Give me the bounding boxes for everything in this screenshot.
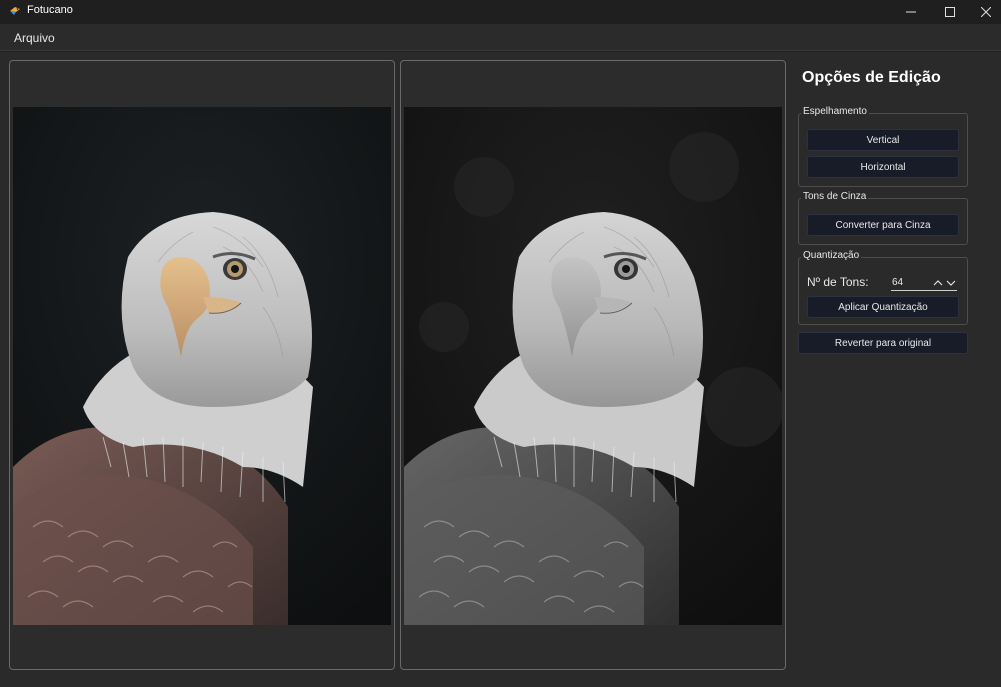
title-bar: Fotucano <box>0 0 1001 24</box>
edit-options-sidebar: Opções de Edição Espelhamento Vertical H… <box>790 52 1001 687</box>
edited-image-panel <box>400 60 786 670</box>
tones-count-label: Nº de Tons: <box>807 275 869 289</box>
maximize-icon <box>945 7 955 17</box>
eagle-photo-grayscale-icon <box>404 107 782 625</box>
apply-quantization-button[interactable]: Aplicar Quantização <box>807 296 959 318</box>
minimize-button[interactable] <box>893 0 929 24</box>
original-image-panel <box>9 60 395 670</box>
menu-item-arquivo[interactable]: Arquivo <box>14 31 55 45</box>
quantization-group-label: Quantização <box>801 250 862 261</box>
main-area: Opções de Edição Espelhamento Vertical H… <box>0 52 1001 687</box>
chevron-up-icon[interactable] <box>933 278 943 288</box>
mirror-group-label: Espelhamento <box>801 106 869 117</box>
revert-original-button[interactable]: Reverter para original <box>798 332 968 354</box>
original-image <box>13 107 391 625</box>
mirror-vertical-button[interactable]: Vertical <box>807 129 959 151</box>
mirror-group: Espelhamento Vertical Horizontal <box>798 106 968 187</box>
minimize-icon <box>906 11 916 13</box>
grayscale-group: Tons de Cinza Converter para Cinza <box>798 191 968 245</box>
tones-count-spinbox[interactable]: 64 <box>891 276 957 291</box>
eagle-photo-color-icon <box>13 107 391 625</box>
app-logo-icon <box>10 7 20 15</box>
convert-grayscale-button[interactable]: Converter para Cinza <box>807 214 959 236</box>
mirror-horizontal-button[interactable]: Horizontal <box>807 156 959 178</box>
quantization-group: Quantização Nº de Tons: 64 Aplicar Quant… <box>798 250 968 325</box>
window-title: Fotucano <box>27 4 73 16</box>
menu-bar: Arquivo <box>0 24 1001 51</box>
close-icon <box>981 7 991 17</box>
edited-image <box>404 107 782 625</box>
chevron-down-icon[interactable] <box>946 278 956 288</box>
grayscale-group-label: Tons de Cinza <box>801 191 869 202</box>
close-button[interactable] <box>968 0 1001 24</box>
maximize-button[interactable] <box>932 0 968 24</box>
sidebar-title: Opções de Edição <box>802 69 941 86</box>
tones-count-value[interactable]: 64 <box>892 277 903 288</box>
